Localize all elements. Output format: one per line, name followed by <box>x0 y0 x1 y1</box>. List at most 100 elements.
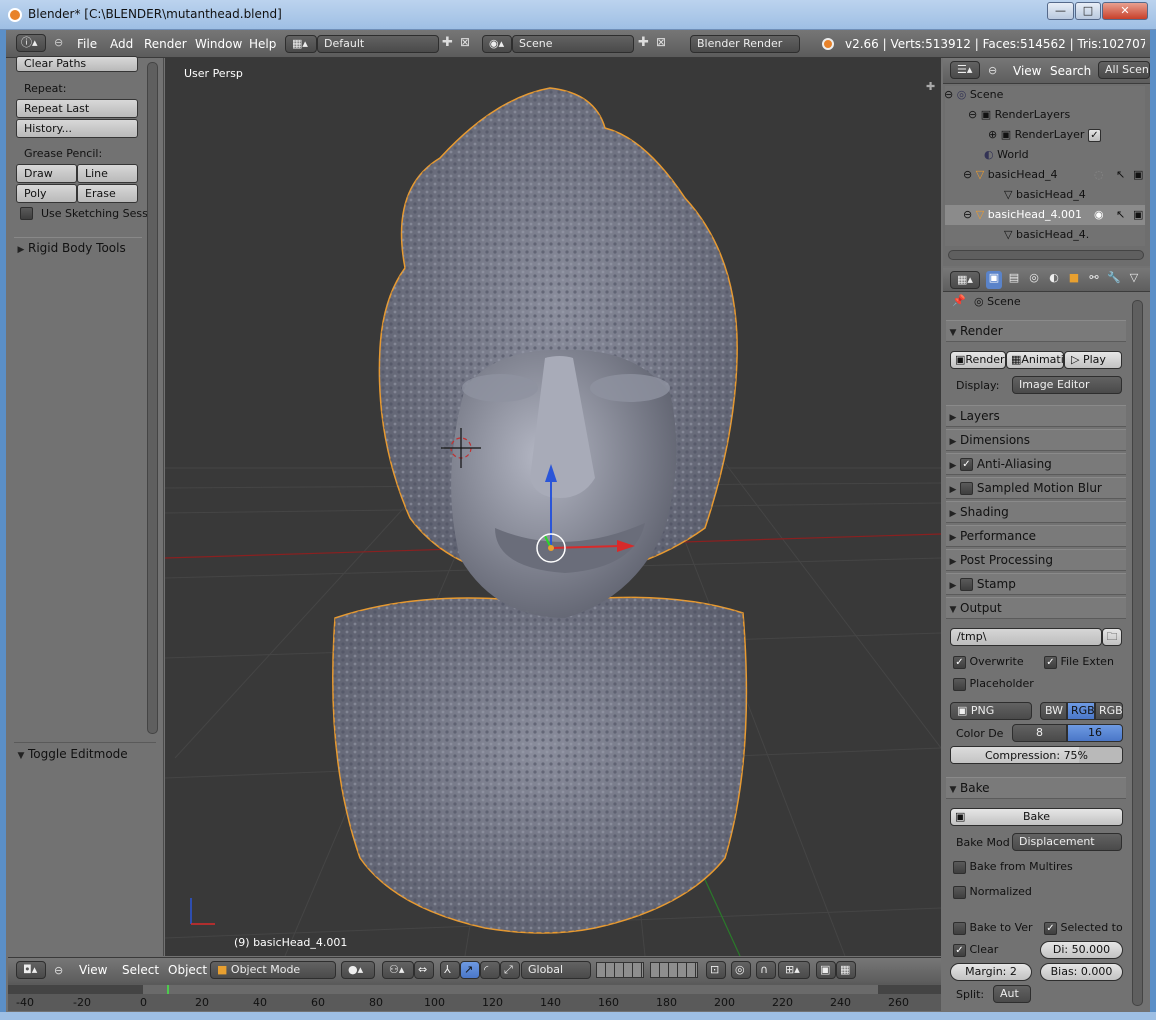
render-panel-header[interactable]: ▼ Render <box>946 320 1126 342</box>
bake-button[interactable]: ▣ Bake <box>950 808 1123 826</box>
color-depth-16[interactable]: 16 <box>1067 724 1123 742</box>
file-extensions-option[interactable]: ✓ File Exten <box>1044 655 1114 669</box>
constraints-tab-icon[interactable]: ⚯ <box>1086 271 1102 289</box>
outliner-h-scrollbar[interactable] <box>948 250 1144 260</box>
render-camera-icon[interactable]: ▣ <box>1133 208 1143 221</box>
normalized-option[interactable]: Normalized <box>953 885 1032 899</box>
outliner-display-filter[interactable]: All Scene <box>1098 61 1150 79</box>
snap-element-select[interactable]: ⊞▴ <box>778 961 810 979</box>
selected-to-active-option[interactable]: ✓ Selected to <box>1044 921 1123 935</box>
render-layers-tab-icon[interactable]: ▤ <box>1006 271 1022 289</box>
collapse-icon[interactable]: ⊖ <box>963 208 972 221</box>
dimensions-panel-header[interactable]: ▶ Dimensions <box>946 429 1126 451</box>
poly-button[interactable]: Poly <box>16 184 77 203</box>
menu-file[interactable]: File <box>77 37 97 51</box>
outliner-row-object-selected[interactable]: ⊖ ▽ basicHead_4.001 <box>963 208 1082 221</box>
color-bw-toggle[interactable]: BW <box>1040 702 1067 720</box>
outliner-row-mesh-2[interactable]: ▽ basicHead_4. <box>1004 228 1089 241</box>
render-button[interactable]: ▣Render <box>950 351 1006 369</box>
collapse-icon[interactable]: ⊖ <box>963 168 972 181</box>
properties-editor-type-icon[interactable]: ▦▴ <box>950 271 980 289</box>
menu-object[interactable]: Object <box>168 963 207 977</box>
pin-icon[interactable]: 📌 <box>952 294 966 307</box>
clear-paths-button[interactable]: Clear Paths <box>16 56 138 72</box>
collapse-menu-icon[interactable]: ⊖ <box>54 36 63 49</box>
layers-panel-header[interactable]: ▶ Layers <box>946 405 1126 427</box>
toggle-editmode-panel-header[interactable]: ▼ Toggle Editmode <box>14 742 156 764</box>
bake-mode-select[interactable]: Displacement <box>1012 833 1122 851</box>
render-camera-icon[interactable]: ▣ <box>1133 168 1143 181</box>
output-path-field[interactable]: /tmp\ <box>950 628 1102 646</box>
normalized-checkbox[interactable] <box>953 885 966 899</box>
render-animation-button[interactable]: ▦Animati <box>1006 351 1064 369</box>
opengl-render-button[interactable]: ▣ <box>816 961 836 979</box>
file-extensions-checkbox[interactable]: ✓ <box>1044 655 1057 669</box>
screen-layout-field[interactable]: Default <box>317 35 439 53</box>
menu-view[interactable]: View <box>79 963 107 977</box>
color-rgba-toggle[interactable]: RGB <box>1095 702 1123 720</box>
collapse-icon[interactable]: ⊖ <box>968 108 977 121</box>
current-frame-marker[interactable] <box>167 985 169 994</box>
close-button[interactable]: ✕ <box>1102 2 1148 20</box>
add-layout-icon[interactable]: ✚ <box>442 35 453 50</box>
motion-blur-checkbox[interactable] <box>960 482 973 495</box>
3d-view-collapse-icon[interactable]: ⊖ <box>54 964 63 977</box>
outliner-row-world[interactable]: ◐ World <box>984 148 1029 161</box>
menu-help[interactable]: Help <box>249 37 276 51</box>
viewport-toolbar-toggle-icon[interactable]: ✚ <box>926 80 935 93</box>
snap-toggle[interactable]: ∩ <box>756 961 776 979</box>
outliner-row-object[interactable]: ⊖ ▽ basicHead_4 <box>963 168 1058 181</box>
layer-buttons-group-2[interactable] <box>650 962 698 978</box>
expand-icon[interactable]: ⊕ <box>988 128 997 141</box>
data-tab-icon[interactable]: ▽ <box>1126 271 1142 289</box>
performance-panel-header[interactable]: ▶ Performance <box>946 525 1126 547</box>
use-sketching-checkbox[interactable] <box>20 207 33 220</box>
rigid-body-panel-header[interactable]: ▶ Rigid Body Tools <box>14 237 142 259</box>
proportional-edit-toggle[interactable]: ◎ <box>731 961 751 979</box>
outliner-search-menu[interactable]: Search <box>1050 64 1091 78</box>
motion-blur-panel-header[interactable]: ▶ Sampled Motion Blur <box>946 477 1126 499</box>
file-browser-button[interactable]: 🗀 <box>1102 628 1122 646</box>
distance-field[interactable]: Di: 50.000 <box>1040 941 1123 959</box>
output-panel-header[interactable]: ▼ Output <box>946 597 1126 619</box>
repeat-last-button[interactable]: Repeat Last <box>16 99 138 118</box>
select-arrow-icon[interactable]: ↖ <box>1116 168 1125 181</box>
lock-camera-layers-toggle[interactable]: ⊡ <box>706 961 726 979</box>
menu-render[interactable]: Render <box>144 37 187 51</box>
manipulator-toggle[interactable]: ⅄ <box>440 961 460 979</box>
opengl-render-animation-button[interactable]: ▦ <box>836 961 856 979</box>
play-button[interactable]: ▷ Play <box>1064 351 1122 369</box>
minimize-button[interactable]: — <box>1047 2 1074 20</box>
outliner-row-mesh[interactable]: ▽ basicHead_4 <box>1004 188 1086 201</box>
overwrite-checkbox[interactable]: ✓ <box>953 655 966 669</box>
history-button[interactable]: History... <box>16 119 138 138</box>
display-select[interactable]: Image Editor <box>1012 376 1122 394</box>
viewport-shading-select[interactable]: ●▴ <box>341 961 375 979</box>
clear-checkbox[interactable]: ✓ <box>953 943 966 957</box>
menu-window[interactable]: Window <box>195 37 242 51</box>
scene-layers-grid[interactable] <box>596 962 700 978</box>
render-engine-select[interactable]: Blender Render <box>690 35 800 53</box>
line-button[interactable]: Line <box>77 164 138 183</box>
render-tab-camera-icon[interactable]: ▣ <box>986 271 1002 289</box>
anti-aliasing-checkbox[interactable]: ✓ <box>960 458 973 471</box>
renderlayer-enabled-checkbox[interactable]: ✓ <box>1087 128 1101 142</box>
menu-select[interactable]: Select <box>122 963 159 977</box>
pivot-point-select[interactable]: ⚇▴ <box>382 961 414 979</box>
rotate-manipulator-toggle[interactable]: ◜ <box>480 961 500 979</box>
add-scene-icon[interactable]: ✚ <box>638 35 649 50</box>
3d-view-editor-type-icon[interactable]: ◘▴ <box>16 961 46 979</box>
outliner-collapse-icon[interactable]: ⊖ <box>988 64 997 77</box>
transform-orientation-select[interactable]: Global <box>521 961 591 979</box>
remove-layout-icon[interactable]: ⊠ <box>460 35 470 49</box>
stamp-checkbox[interactable] <box>960 578 973 591</box>
selected-to-active-checkbox[interactable]: ✓ <box>1044 921 1057 935</box>
bias-field[interactable]: Bias: 0.000 <box>1040 963 1123 981</box>
remove-scene-icon[interactable]: ⊠ <box>656 35 666 49</box>
visibility-eye-icon[interactable]: ◉ <box>1094 208 1104 221</box>
3d-viewport[interactable] <box>165 58 941 956</box>
split-select[interactable]: Aut <box>993 985 1031 1003</box>
menu-add[interactable]: Add <box>110 37 133 51</box>
outliner-view-menu[interactable]: View <box>1013 64 1041 78</box>
scene-tab-icon[interactable]: ◎ <box>1026 271 1042 289</box>
